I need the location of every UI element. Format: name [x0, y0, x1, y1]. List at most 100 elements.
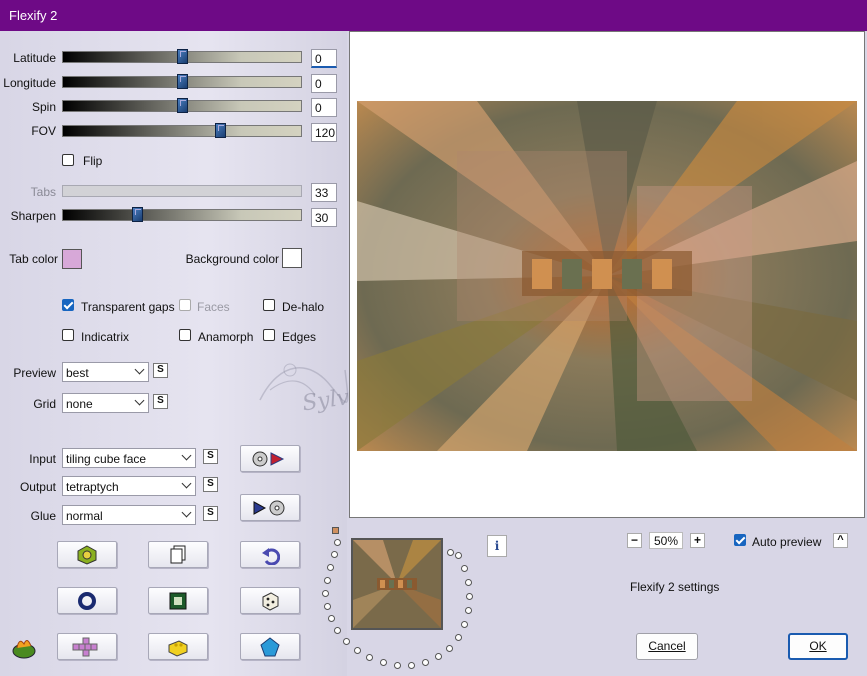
spin-slider[interactable] [62, 98, 302, 113]
ring-dot[interactable] [328, 615, 335, 622]
spin-slider-thumb[interactable] [177, 98, 188, 113]
gem-button[interactable] [240, 633, 300, 660]
output-s-button[interactable]: S [203, 477, 218, 492]
fov-label: FOV [31, 124, 56, 138]
preview-s-button[interactable]: S [153, 363, 168, 378]
zoom-out-button[interactable]: − [627, 533, 642, 548]
tabs-slider[interactable] [62, 185, 302, 197]
info-button[interactable]: i [487, 535, 507, 557]
random-button[interactable] [240, 587, 300, 614]
ring-dot[interactable] [465, 579, 472, 586]
randomize-cube-button[interactable] [57, 541, 117, 568]
cross-layout-button[interactable] [57, 633, 117, 660]
tabs-field[interactable]: 33 [311, 183, 337, 202]
preview-quality-select[interactable]: best [62, 362, 149, 382]
document-copy-icon [170, 545, 186, 563]
latitude-slider-thumb[interactable] [177, 49, 188, 64]
play-cd-icon [253, 500, 285, 515]
chevron-down-icon [181, 450, 192, 461]
chevron-down-icon [134, 395, 145, 406]
blue-gem-icon [260, 636, 280, 656]
sharpen-slider[interactable] [62, 207, 302, 222]
ring-dot[interactable] [366, 654, 373, 661]
ring-handle-square[interactable] [332, 527, 339, 534]
cross-tiles-icon [72, 637, 98, 656]
glue-select[interactable]: normal [62, 505, 196, 525]
spin-field[interactable]: 0 [311, 98, 337, 117]
output-select[interactable]: tetraptych [62, 476, 196, 496]
sharpen-field[interactable]: 30 [311, 208, 337, 227]
navigator-thumbnail[interactable] [351, 538, 443, 630]
window-title: Flexify 2 [9, 8, 58, 23]
ring-dot[interactable] [334, 539, 341, 546]
frame-button[interactable] [148, 587, 208, 614]
glue-value: normal [66, 509, 103, 523]
ring-dot[interactable] [331, 551, 338, 558]
indicatrix-checkbox[interactable] [62, 329, 74, 341]
grid-select[interactable]: none [62, 393, 149, 413]
ring-dot[interactable] [455, 634, 462, 641]
ring-dot[interactable] [461, 565, 468, 572]
fov-slider[interactable] [62, 123, 302, 138]
undo-button[interactable] [240, 541, 300, 568]
preview-label: Preview [13, 366, 56, 380]
settings-name-label: Flexify 2 settings [630, 580, 720, 594]
ring-dot[interactable] [447, 549, 454, 556]
latitude-field[interactable]: 0 [311, 49, 337, 68]
ring-dot[interactable] [334, 627, 341, 634]
input-s-button[interactable]: S [203, 449, 218, 464]
grid-label: Grid [33, 397, 56, 411]
ok-button[interactable]: OK [788, 633, 848, 660]
longitude-slider-thumb[interactable] [177, 74, 188, 89]
ring-dot[interactable] [324, 577, 331, 584]
longitude-slider[interactable] [62, 74, 302, 89]
fov-field[interactable]: 120 [311, 123, 337, 142]
ring-dot[interactable] [435, 653, 442, 660]
ring-dot[interactable] [324, 603, 331, 610]
fov-slider-thumb[interactable] [215, 123, 226, 138]
ring-dot[interactable] [354, 647, 361, 654]
input-select[interactable]: tiling cube face [62, 448, 196, 468]
collapse-button[interactable]: ^ [833, 533, 848, 548]
ring-dot[interactable] [327, 564, 334, 571]
tab-color-swatch[interactable] [62, 249, 82, 269]
dice-icon [262, 591, 279, 611]
title-bar[interactable]: Flexify 2 [0, 0, 867, 31]
zoom-in-button[interactable]: + [690, 533, 705, 548]
copy-button[interactable] [148, 541, 208, 568]
transparent-gaps-checkbox[interactable] [62, 299, 74, 311]
ring-dot[interactable] [461, 621, 468, 628]
ring-dot[interactable] [466, 593, 473, 600]
ring-dot[interactable] [455, 552, 462, 559]
grid-s-button[interactable]: S [153, 394, 168, 409]
sharpen-slider-thumb[interactable] [132, 207, 143, 222]
anamorph-checkbox[interactable] [179, 329, 191, 341]
cancel-button[interactable]: Cancel [636, 633, 698, 660]
ring-dot[interactable] [408, 662, 415, 669]
ring-dot[interactable] [446, 645, 453, 652]
glue-label: Glue [30, 509, 56, 523]
green-cube-icon [77, 544, 97, 565]
ring-dot[interactable] [394, 662, 401, 669]
plugin-window: Flexify 2 Latitude 0 Longitude 0 Spin 0 … [0, 0, 867, 676]
save-preset-button[interactable] [240, 494, 300, 521]
glue-s-button[interactable]: S [203, 506, 218, 521]
tabs-label: Tabs [30, 185, 56, 199]
ring-dot[interactable] [465, 607, 472, 614]
ring-button[interactable] [57, 587, 117, 614]
de-halo-checkbox[interactable] [263, 299, 275, 311]
faces-label: Faces [197, 300, 230, 314]
latitude-slider[interactable] [62, 49, 302, 64]
background-color-swatch[interactable] [282, 248, 302, 268]
load-preset-button[interactable] [240, 445, 300, 472]
ring-dot[interactable] [422, 659, 429, 666]
brick-button[interactable] [148, 633, 208, 660]
flip-checkbox[interactable] [62, 154, 74, 166]
longitude-field[interactable]: 0 [311, 74, 337, 93]
auto-preview-label: Auto preview [752, 535, 822, 549]
ring-dot[interactable] [322, 590, 329, 597]
auto-preview-checkbox[interactable] [734, 534, 746, 546]
ring-dot[interactable] [343, 638, 350, 645]
ring-dot[interactable] [380, 659, 387, 666]
faces-checkbox[interactable] [179, 299, 191, 311]
